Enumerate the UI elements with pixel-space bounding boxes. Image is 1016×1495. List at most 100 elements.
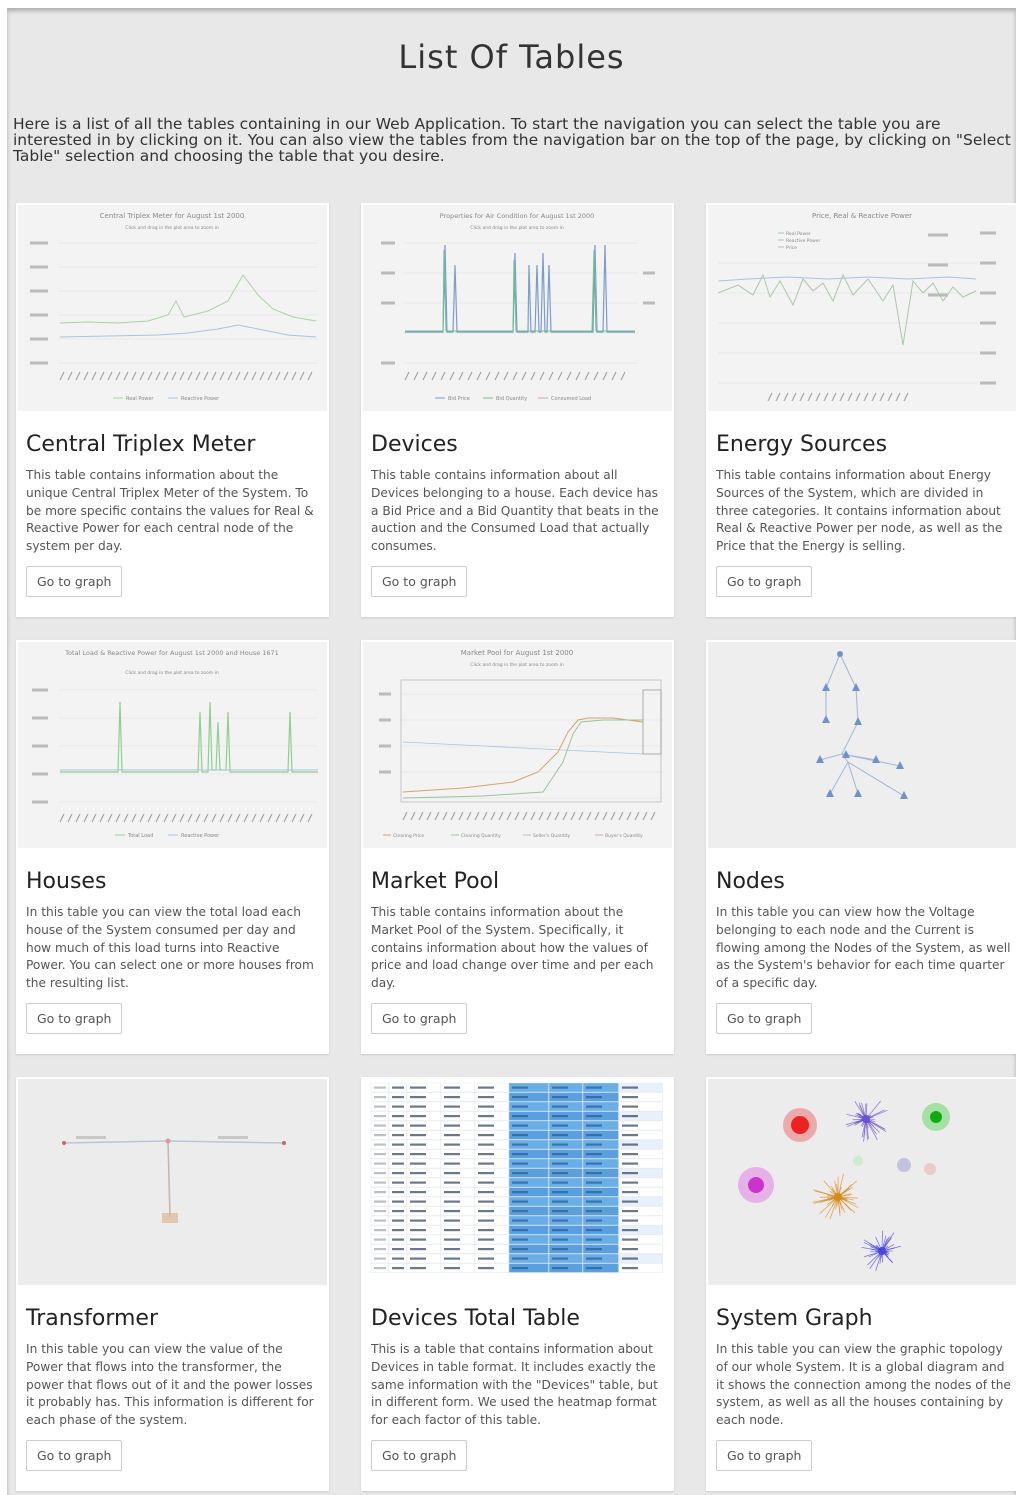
thumb-title: Total Load & Reactive Power for August 1…	[64, 649, 279, 657]
heatmap-cell-text	[374, 1210, 386, 1213]
heatmap-cell-text	[374, 1086, 386, 1089]
card-title[interactable]: System Graph	[716, 1306, 873, 1331]
go-to-graph-button[interactable]: Go to graph	[371, 1003, 468, 1034]
go-to-graph-button[interactable]: Go to graph	[716, 566, 813, 597]
heatmap-cell-text	[374, 1248, 386, 1251]
go-to-graph-button[interactable]: Go to graph	[716, 1440, 813, 1471]
heatmap-cell-text	[622, 1238, 638, 1241]
heatmap-cell-text	[392, 1238, 404, 1241]
heatmap-cell-text	[444, 1143, 460, 1146]
heatmap-cell-text	[444, 1153, 460, 1156]
heatmap-cell-text	[512, 1200, 528, 1203]
go-to-graph-button[interactable]: Go to graph	[26, 566, 123, 597]
thumb-legend-item: Bid Quantity	[496, 396, 527, 402]
heatmap-cell-text	[410, 1105, 426, 1108]
card-title[interactable]: Central Triplex Meter	[26, 432, 255, 457]
system-graph-diagram	[738, 1100, 950, 1272]
heatmap-cell-text	[478, 1210, 494, 1213]
heatmap-cell-text	[478, 1134, 494, 1137]
heatmap-cell-text	[374, 1124, 386, 1127]
central-triplex-meter-chart-thumbnail[interactable]: Central Triplex Meter for August 1st 200…	[18, 205, 327, 411]
thumb-legend-item: Clearing Price	[393, 833, 424, 839]
heatmap-cell-text	[410, 1172, 426, 1175]
heatmap-cell-text	[410, 1229, 426, 1232]
go-to-graph-button[interactable]: Go to graph	[716, 1003, 813, 1034]
heatmap-cell-text	[622, 1172, 638, 1175]
page: List Of Tables Here is a list of all the…	[7, 8, 1016, 1495]
devices-chart-thumbnail[interactable]: Properties for Air Condition for August …	[363, 205, 672, 411]
heatmap-cell-text	[478, 1153, 494, 1156]
houses-chart-thumbnail[interactable]: Total Load & Reactive Power for August 1…	[18, 642, 327, 848]
heatmap-cell-text	[444, 1191, 460, 1194]
card-houses[interactable]: Total Load & Reactive Power for August 1…	[16, 640, 329, 1054]
heatmap-cell-text	[586, 1172, 602, 1175]
heatmap-cell-text	[374, 1143, 386, 1146]
heatmap-cell-text	[478, 1115, 494, 1118]
heatmap-table	[370, 1082, 663, 1273]
go-to-graph-button[interactable]: Go to graph	[371, 566, 468, 597]
heatmap-cell-text	[374, 1238, 386, 1241]
thumb-legend-item: Seller's Quantity	[533, 833, 571, 839]
heatmap-cell-text	[586, 1162, 602, 1165]
heatmap-cell-text	[622, 1086, 638, 1089]
card-devices-total-table[interactable]: Devices Total Table This is a table that…	[361, 1077, 674, 1491]
card-title[interactable]: Energy Sources	[716, 432, 887, 457]
heatmap-cell-text	[622, 1248, 638, 1251]
heatmap-cell-text	[586, 1115, 602, 1118]
card-devices[interactable]: Properties for Air Condition for August …	[361, 203, 674, 617]
heatmap-cell-text	[410, 1257, 426, 1260]
heatmap-cell-text	[586, 1191, 602, 1194]
card-title[interactable]: Nodes	[716, 869, 785, 894]
card-energy-sources[interactable]: Price, Real & Reactive Power Real Power …	[706, 203, 1016, 617]
card-central-triplex-meter[interactable]: Central Triplex Meter for August 1st 200…	[16, 203, 329, 617]
card-title[interactable]: Transformer	[26, 1306, 158, 1331]
heatmap-cell-text	[512, 1257, 528, 1260]
card-system-graph[interactable]: System Graph In this table you can view …	[706, 1077, 1016, 1491]
devices-heatmap-table-thumbnail[interactable]	[363, 1079, 672, 1285]
go-to-graph-button[interactable]: Go to graph	[26, 1003, 123, 1034]
card-transformer[interactable]: Transformer In this table you can view t…	[16, 1077, 329, 1491]
heatmap-cell-text	[512, 1191, 528, 1194]
heatmap-cell-text	[552, 1181, 568, 1184]
heatmap-cell-text	[410, 1096, 426, 1099]
heatmap-cell-text	[478, 1124, 494, 1127]
heatmap-cell-text	[444, 1200, 460, 1203]
heatmap-cell-text	[478, 1219, 494, 1222]
heatmap-cell-text	[512, 1115, 528, 1118]
heatmap-cell-text	[392, 1191, 404, 1194]
heatmap-cell-text	[374, 1229, 386, 1232]
card-description: This table contains information about En…	[716, 468, 1003, 554]
heatmap-cell-text	[478, 1200, 494, 1203]
card-description: In this table you can view the graphic t…	[716, 1342, 1011, 1428]
heatmap-cell-text	[478, 1096, 494, 1099]
heatmap-cell-text	[512, 1143, 528, 1146]
heatmap-cell-text	[552, 1257, 568, 1260]
heatmap-cell-text	[374, 1115, 386, 1118]
energy-sources-chart-thumbnail[interactable]: Price, Real & Reactive Power Real Power …	[708, 205, 1016, 411]
heatmap-cell-text	[410, 1181, 426, 1184]
heatmap-cell-text	[444, 1238, 460, 1241]
heatmap-cell-text	[392, 1200, 404, 1203]
card-title[interactable]: Devices	[371, 432, 458, 457]
card-market-pool[interactable]: Market Pool for August 1st 2000 Click an…	[361, 640, 674, 1054]
go-to-graph-button[interactable]: Go to graph	[26, 1440, 123, 1471]
card-title[interactable]: Market Pool	[371, 869, 499, 894]
transformer-diagram-thumbnail[interactable]	[18, 1079, 327, 1285]
card-title[interactable]: Devices Total Table	[371, 1306, 580, 1331]
go-to-graph-button[interactable]: Go to graph	[371, 1440, 468, 1471]
system-graph-thumbnail[interactable]	[708, 1079, 1016, 1285]
nodes-tree-thumbnail[interactable]	[708, 642, 1016, 848]
heatmap-cell-text	[512, 1096, 528, 1099]
heatmap-cell-text	[410, 1143, 426, 1146]
graph-node	[862, 1115, 870, 1123]
market-pool-chart-thumbnail[interactable]: Market Pool for August 1st 2000 Click an…	[363, 642, 672, 848]
heatmap-cell-text	[374, 1105, 386, 1108]
heatmap-cell-text	[444, 1096, 460, 1099]
heatmap-cell-text	[444, 1257, 460, 1260]
heatmap-cell-text	[622, 1096, 638, 1099]
card-nodes[interactable]: Nodes In this table you can view how the…	[706, 640, 1016, 1054]
heatmap-cell-text	[392, 1219, 404, 1222]
heatmap-cell-text	[512, 1162, 528, 1165]
card-title[interactable]: Houses	[26, 869, 106, 894]
heatmap-cell-text	[478, 1181, 494, 1184]
